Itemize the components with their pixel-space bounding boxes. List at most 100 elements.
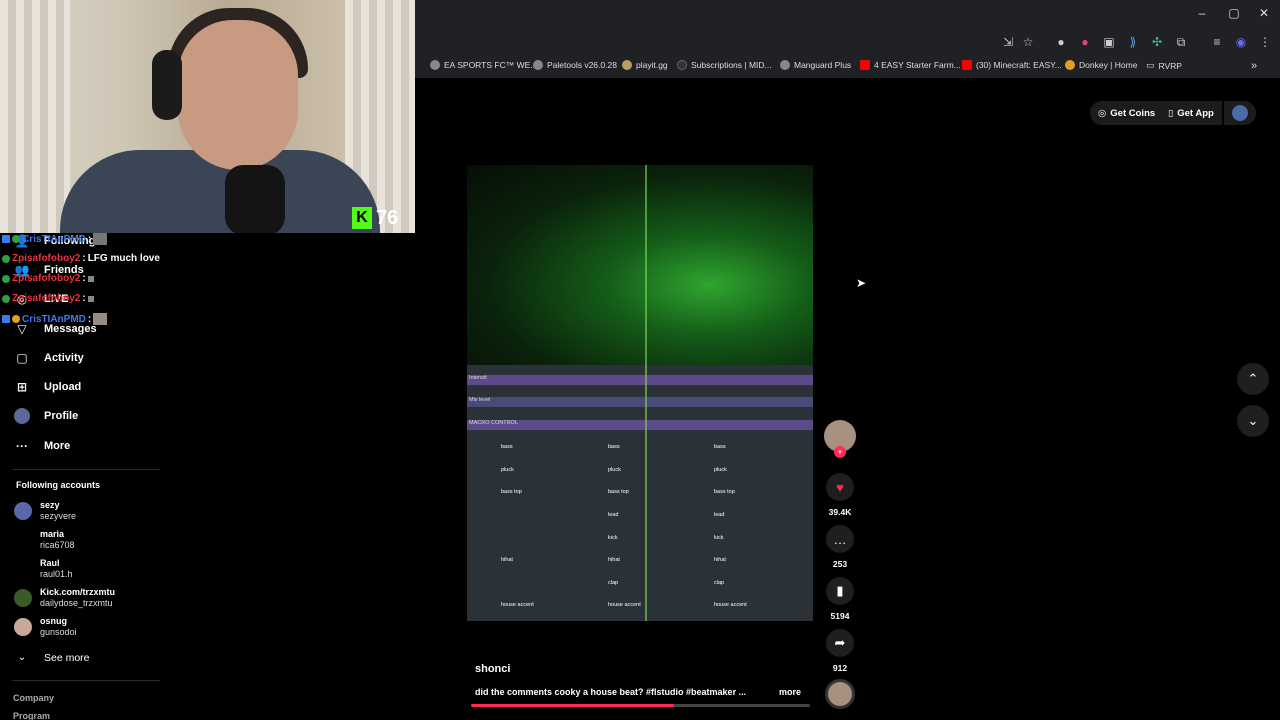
bookmark[interactable]: 4 EASY Starter Farm... xyxy=(860,60,961,70)
bookmark-icon: ▮ xyxy=(826,577,854,605)
clip-label: bass xyxy=(501,444,513,450)
avatar xyxy=(14,502,32,520)
avatar xyxy=(14,589,32,607)
maximize-button[interactable]: ▢ xyxy=(1223,6,1245,20)
get-app-button[interactable]: ▯ Get App xyxy=(1160,101,1222,125)
following-account[interactable]: sezy sezyvere xyxy=(14,500,76,522)
profile-icon[interactable]: ◉ xyxy=(1233,34,1249,50)
concert-crowd-scene xyxy=(467,165,813,365)
share-arrow-icon: ➦ xyxy=(826,629,854,657)
extension-icon[interactable]: ✣ xyxy=(1149,34,1165,50)
bookmark-star-icon[interactable]: ☆ xyxy=(1020,34,1036,50)
youtube-icon xyxy=(962,60,972,70)
curtain xyxy=(0,0,70,233)
bookmark[interactable]: EA SPORTS FC™ WE... xyxy=(430,60,537,70)
following-accounts-heading: Following accounts xyxy=(16,480,101,490)
browser-menu-icon[interactable]: ⋮ xyxy=(1257,34,1273,50)
like-button[interactable]: ♥ 39.4K xyxy=(824,473,856,517)
bookmark[interactable]: (30) Minecraft: EASY... xyxy=(962,60,1062,70)
minimize-button[interactable]: – xyxy=(1191,6,1213,20)
caption-more-button[interactable]: more xyxy=(779,687,801,697)
verified-badge-icon xyxy=(12,315,20,323)
nav-activity[interactable]: ▢ Activity xyxy=(14,350,83,366)
footer-link-program[interactable]: Program xyxy=(13,711,50,720)
headphones xyxy=(152,50,182,120)
bookmarks-bar: EA SPORTS FC™ WE... Paletools v26.0.28 p… xyxy=(415,56,1280,78)
verified-badge-icon xyxy=(2,254,10,263)
clip-label: clap xyxy=(608,580,619,586)
following-account[interactable]: osnug gunsodoi xyxy=(14,616,77,638)
bookmark-folder[interactable]: ▭ RVRP xyxy=(1146,60,1182,71)
avatar xyxy=(14,618,32,636)
clip-label: kick xyxy=(608,535,618,541)
extension-icon[interactable]: ● xyxy=(1053,34,1069,50)
comment-icon: … xyxy=(826,525,854,553)
divider xyxy=(12,680,160,681)
bookmark[interactable]: playit.gg xyxy=(622,60,668,70)
emote-icon xyxy=(87,295,94,302)
verified-badge-icon xyxy=(2,294,10,303)
bookmark[interactable]: Donkey | Home xyxy=(1065,60,1137,70)
previous-video-button[interactable]: ⌃ xyxy=(1237,363,1269,395)
bookmark-favicon-icon xyxy=(622,60,632,70)
more-bookmarks-icon[interactable]: » xyxy=(1251,60,1257,72)
share-button[interactable]: ➦ 912 xyxy=(824,629,856,673)
subscriber-badge-icon xyxy=(2,315,10,323)
close-window-button[interactable]: ✕ xyxy=(1253,6,1275,20)
clip-label: pluck xyxy=(714,467,727,473)
nav-upload[interactable]: ⊞ Upload xyxy=(14,379,81,395)
save-button[interactable]: ▮ 5194 xyxy=(824,577,856,621)
clip-label: hihat xyxy=(501,557,513,563)
chat-message: Zpisafofoboy2 : LFG much love xyxy=(2,253,160,264)
fl-studio-playlist: Intensit Mix level MACRO CONTROL bass ba… xyxy=(467,365,813,621)
clip-label: pluck xyxy=(501,467,514,473)
see-more-button[interactable]: ⌄ See more xyxy=(14,650,90,666)
following-account[interactable]: maria rica6708 xyxy=(14,529,75,551)
bookmark-favicon-icon xyxy=(533,60,543,70)
nav-more[interactable]: ··· More xyxy=(14,438,70,454)
creator-avatar-button[interactable]: + xyxy=(824,420,856,458)
extension-icon[interactable]: ● xyxy=(1077,34,1093,50)
streamer-face xyxy=(178,20,298,170)
chat-message: Zpisafofoboy2 : xyxy=(2,273,94,284)
divider xyxy=(12,469,160,470)
video-author[interactable]: shonci xyxy=(475,663,510,675)
comment-button[interactable]: … 253 xyxy=(824,525,856,569)
profile-icon xyxy=(14,408,30,424)
automation-track: Intensit xyxy=(467,375,813,385)
bookmark-favicon-icon xyxy=(677,60,687,70)
extension-icon[interactable]: ▣ xyxy=(1101,34,1117,50)
get-coins-button[interactable]: ◎ Get Coins xyxy=(1090,101,1164,125)
bookmark[interactable]: Paletools v26.0.28 xyxy=(533,60,617,70)
footer-link-company[interactable]: Company xyxy=(13,693,54,703)
automation-track: Mix level xyxy=(467,397,813,407)
playhead xyxy=(645,165,647,621)
bookmark[interactable]: Manguard Plus xyxy=(780,60,851,70)
bookmark-favicon-icon xyxy=(780,60,790,70)
extensions-puzzle-icon[interactable]: ⧉ xyxy=(1173,34,1189,50)
clip-label: lead xyxy=(608,512,619,518)
avatar xyxy=(14,531,32,549)
next-video-button[interactable]: ⌄ xyxy=(1237,405,1269,437)
extension-icon[interactable]: ⟫ xyxy=(1125,34,1141,50)
sound-avatar-button[interactable] xyxy=(824,679,856,709)
follow-plus-icon[interactable]: + xyxy=(834,446,846,458)
video-progress-track[interactable] xyxy=(471,704,810,707)
emote-icon xyxy=(87,275,94,282)
more-icon: ··· xyxy=(16,439,28,453)
nav-profile[interactable]: Profile xyxy=(14,408,78,424)
bookmark[interactable]: Subscriptions | MID... xyxy=(677,60,772,70)
avatar xyxy=(1232,105,1248,121)
following-account[interactable]: Kick.com/trzxmtu dailydose_trzxmtu xyxy=(14,587,115,609)
install-app-icon[interactable]: ⇲ xyxy=(1000,34,1016,50)
kick-viewer-badge: K 76 xyxy=(352,204,412,232)
upload-icon: ⊞ xyxy=(16,380,28,394)
tab-search-icon[interactable]: ≡ xyxy=(1209,34,1225,50)
browser-toolbar: ⇲ ☆ ● ● ▣ ⟫ ✣ ⧉ ≡ ◉ ⋮ xyxy=(415,28,1280,56)
clip-label: house accent xyxy=(714,602,747,608)
profile-avatar-button[interactable] xyxy=(1224,101,1256,125)
phone-icon: ▯ xyxy=(1168,107,1174,119)
clip-label: hihat xyxy=(714,557,726,563)
following-account[interactable]: Raul raul01.h xyxy=(14,558,73,580)
video-player[interactable]: Intensit Mix level MACRO CONTROL bass ba… xyxy=(467,165,813,621)
